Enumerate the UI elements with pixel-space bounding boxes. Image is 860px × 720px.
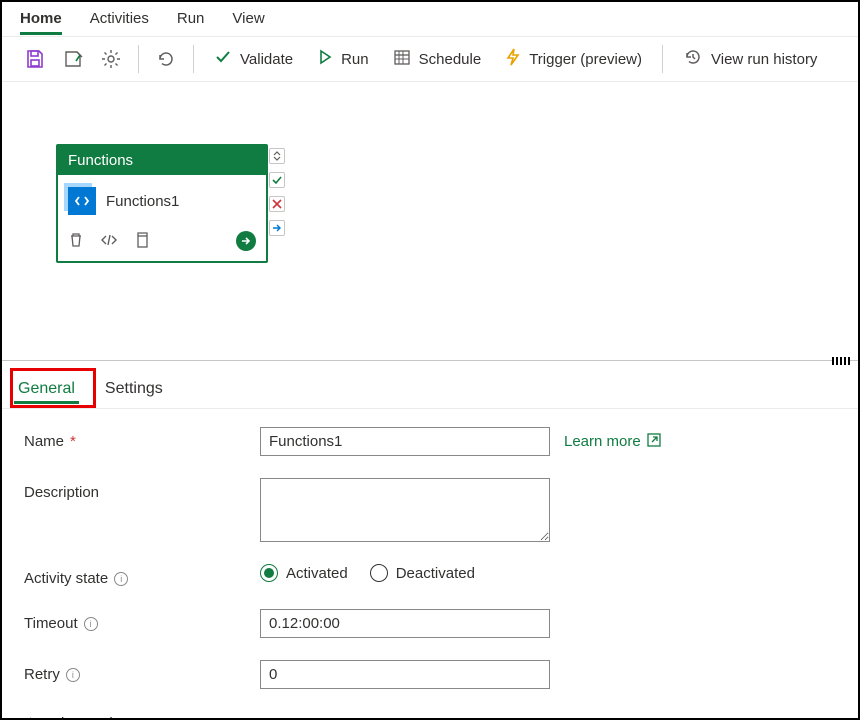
discard-icon[interactable] xyxy=(56,42,90,76)
pipeline-canvas[interactable]: Functions Functions1 xyxy=(2,82,858,360)
delete-icon[interactable] xyxy=(68,232,84,251)
view-history-button[interactable]: View run history xyxy=(673,42,827,76)
name-label: Name* xyxy=(24,427,260,450)
activity-node-functions[interactable]: Functions Functions1 xyxy=(56,144,268,263)
activity-name-label: Functions1 xyxy=(106,193,179,210)
detail-tab-general[interactable]: General xyxy=(14,372,79,408)
trigger-label: Trigger (preview) xyxy=(529,51,642,68)
timeout-input[interactable] xyxy=(260,609,550,638)
play-icon xyxy=(317,49,333,69)
external-link-icon xyxy=(647,433,661,451)
chevron-right-icon xyxy=(26,715,38,720)
run-step-icon[interactable] xyxy=(236,231,256,251)
validate-label: Validate xyxy=(240,51,293,68)
description-label: Description xyxy=(24,478,260,501)
history-icon xyxy=(683,47,703,71)
copy-icon[interactable] xyxy=(134,232,150,251)
functions-icon xyxy=(68,187,96,215)
top-tab-activities[interactable]: Activities xyxy=(90,4,149,35)
validate-button[interactable]: Validate xyxy=(204,42,303,76)
advanced-toggle[interactable]: Advanced xyxy=(24,711,836,720)
history-label: View run history xyxy=(711,51,817,68)
top-tab-view[interactable]: View xyxy=(232,4,264,35)
retry-input[interactable] xyxy=(260,660,550,689)
side-skip-icon[interactable] xyxy=(269,220,285,236)
general-form: Name* Learn more Description Activity st… xyxy=(2,409,858,720)
side-fail-icon[interactable] xyxy=(269,196,285,212)
side-expand-icon[interactable] xyxy=(269,148,285,164)
learn-more-link[interactable]: Learn more xyxy=(564,433,661,451)
top-tab-run[interactable]: Run xyxy=(177,4,205,35)
activity-type-label: Functions xyxy=(58,146,266,175)
detail-tab-settings[interactable]: Settings xyxy=(101,372,167,408)
radio-activated[interactable]: Activated xyxy=(260,564,348,582)
schedule-label: Schedule xyxy=(419,51,482,68)
lightning-icon xyxy=(505,48,521,70)
settings-gear-icon[interactable] xyxy=(94,42,128,76)
top-tab-home[interactable]: Home xyxy=(20,4,62,35)
check-icon xyxy=(214,48,232,70)
detail-tab-strip: General Settings xyxy=(2,366,858,409)
calendar-icon xyxy=(393,48,411,70)
info-icon[interactable]: i xyxy=(84,617,98,631)
activity-state-label: Activity state i xyxy=(24,564,260,587)
radio-deactivated[interactable]: Deactivated xyxy=(370,564,475,582)
trigger-button[interactable]: Trigger (preview) xyxy=(495,42,652,76)
retry-label: Retry i xyxy=(24,660,260,683)
code-icon[interactable] xyxy=(100,233,118,250)
top-tab-strip: Home Activities Run View xyxy=(2,2,858,36)
name-input[interactable] xyxy=(260,427,550,456)
run-button[interactable]: Run xyxy=(307,42,379,76)
run-label: Run xyxy=(341,51,369,68)
info-icon[interactable]: i xyxy=(66,668,80,682)
command-bar: Validate Run Schedule Trigger (preview) … xyxy=(2,36,858,82)
description-input[interactable] xyxy=(260,478,550,542)
schedule-button[interactable]: Schedule xyxy=(383,42,492,76)
node-side-controls xyxy=(268,144,286,236)
timeout-label: Timeout i xyxy=(24,609,260,632)
undo-icon[interactable] xyxy=(149,42,183,76)
info-icon[interactable]: i xyxy=(114,572,128,586)
side-success-icon[interactable] xyxy=(269,172,285,188)
save-icon[interactable] xyxy=(18,42,52,76)
